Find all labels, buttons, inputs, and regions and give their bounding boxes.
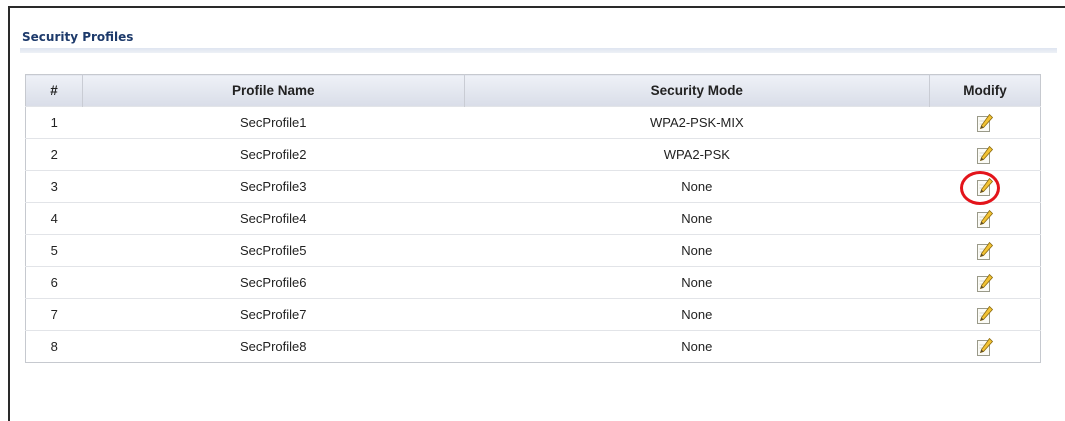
table-row: 5 SecProfile5 None	[25, 234, 1041, 267]
section-title: Security Profiles	[22, 30, 134, 44]
row-number: 2	[25, 138, 83, 171]
security-mode: None	[464, 266, 930, 299]
row-number: 6	[25, 266, 83, 299]
table-header-row: # Profile Name Security Mode Modify	[25, 74, 1041, 107]
security-profiles-table: # Profile Name Security Mode Modify 1 Se…	[25, 74, 1041, 363]
column-header-profile-name[interactable]: Profile Name	[81, 74, 465, 107]
edit-pencil-icon[interactable]	[976, 305, 994, 325]
modify-cell	[929, 298, 1041, 331]
edit-pencil-icon[interactable]	[976, 177, 994, 197]
edit-pencil-icon[interactable]	[976, 337, 994, 357]
table-row: 8 SecProfile8 None	[25, 330, 1041, 363]
title-divider	[20, 48, 1057, 53]
table-row: 2 SecProfile2 WPA2-PSK	[25, 138, 1041, 171]
edit-pencil-icon[interactable]	[976, 273, 994, 293]
row-number: 8	[25, 330, 83, 363]
profile-name: SecProfile8	[82, 330, 465, 363]
column-header-security-mode[interactable]: Security Mode	[463, 74, 930, 107]
security-mode: None	[464, 202, 930, 235]
table-row: 1 SecProfile1 WPA2-PSK-MIX	[25, 106, 1041, 139]
edit-pencil-icon[interactable]	[976, 241, 994, 261]
profile-name: SecProfile7	[82, 298, 465, 331]
security-mode: WPA2-PSK-MIX	[464, 106, 930, 139]
row-number: 7	[25, 298, 83, 331]
row-number: 5	[25, 234, 83, 267]
security-mode: WPA2-PSK	[464, 138, 930, 171]
modify-cell	[929, 106, 1041, 139]
modify-cell	[929, 138, 1041, 171]
modify-cell	[929, 266, 1041, 299]
edit-pencil-icon[interactable]	[976, 209, 994, 229]
row-number: 4	[25, 202, 83, 235]
profile-name: SecProfile1	[82, 106, 465, 139]
row-number: 1	[25, 106, 83, 139]
modify-cell	[929, 202, 1041, 235]
column-header-number[interactable]: #	[25, 74, 83, 107]
edit-pencil-icon[interactable]	[976, 113, 994, 133]
table-row: 7 SecProfile7 None	[25, 298, 1041, 331]
security-mode: None	[464, 298, 930, 331]
edit-pencil-icon[interactable]	[976, 145, 994, 165]
profile-name: SecProfile2	[82, 138, 465, 171]
modify-cell	[929, 234, 1041, 267]
security-mode: None	[464, 330, 930, 363]
modify-cell	[929, 330, 1041, 363]
table-row: 4 SecProfile4 None	[25, 202, 1041, 235]
profile-name: SecProfile5	[82, 234, 465, 267]
modify-cell	[929, 170, 1041, 203]
profile-name: SecProfile4	[82, 202, 465, 235]
security-mode: None	[464, 234, 930, 267]
row-number: 3	[25, 170, 83, 203]
table-row: 3 SecProfile3 None	[25, 170, 1041, 203]
column-header-modify[interactable]: Modify	[929, 74, 1041, 107]
profile-name: SecProfile3	[82, 170, 465, 203]
security-mode: None	[464, 170, 930, 203]
table-row: 6 SecProfile6 None	[25, 266, 1041, 299]
profile-name: SecProfile6	[82, 266, 465, 299]
